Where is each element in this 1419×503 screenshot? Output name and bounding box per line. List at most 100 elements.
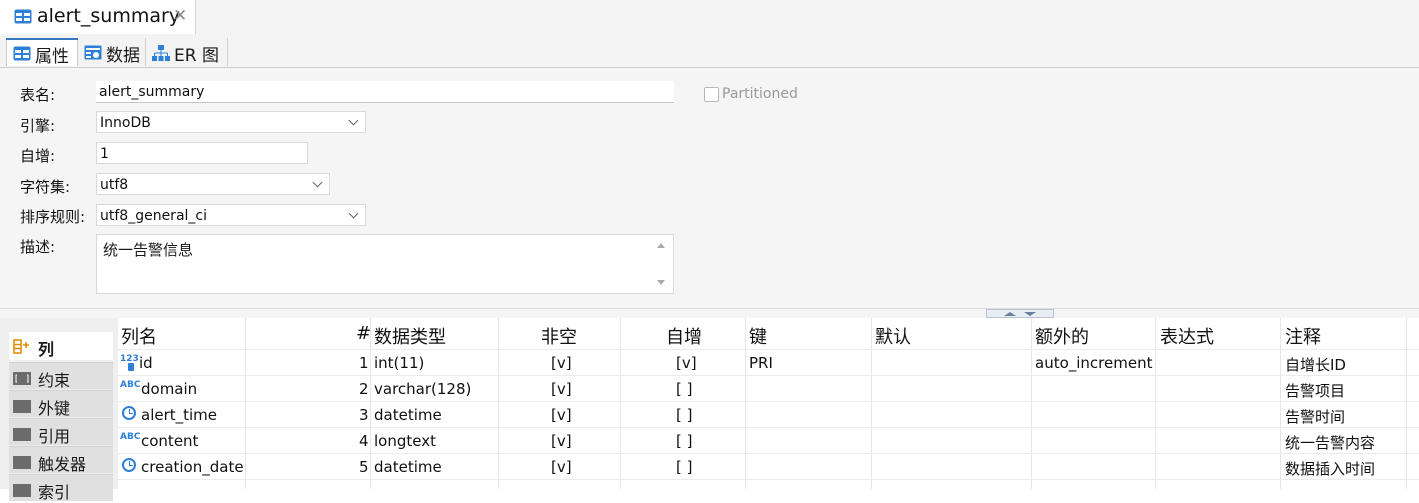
section-constraints[interactable]: 约束 xyxy=(9,362,113,390)
row-divider xyxy=(118,349,1419,350)
folder-icon xyxy=(13,454,31,473)
tab-data[interactable]: 数据 xyxy=(78,38,146,66)
editor-tab-alert-summary[interactable]: alert_summary ✕ xyxy=(0,0,196,34)
row-divider xyxy=(118,375,1419,376)
column-number: 1 xyxy=(359,354,369,372)
grid-divider xyxy=(498,318,499,489)
collation-select[interactable]: utf8_general_ci xyxy=(96,204,366,226)
editor-tab-bar: alert_summary ✕ xyxy=(0,0,1419,35)
column-name[interactable]: alert_time xyxy=(141,406,217,424)
grid-divider xyxy=(1031,318,1032,489)
engine-select[interactable]: InnoDB xyxy=(96,111,366,133)
constraint-icon xyxy=(13,370,31,389)
er-diagram-icon xyxy=(152,45,170,66)
section-label: 列 xyxy=(38,340,55,359)
table-name-input[interactable]: alert_summary xyxy=(96,81,674,103)
column-header-not-null[interactable]: 非空 xyxy=(541,323,577,349)
column-comment[interactable]: 自增长ID xyxy=(1285,354,1346,375)
column-comment[interactable]: 告警项目 xyxy=(1285,380,1345,401)
column-not-null[interactable]: [v] xyxy=(551,380,572,398)
table-properties-form: 表名: alert_summary Partitioned 引擎: InnoDB… xyxy=(0,68,1419,308)
grid-divider xyxy=(1280,318,1281,489)
column-header-extra[interactable]: 额外的 xyxy=(1035,323,1089,349)
scroll-up-icon[interactable] xyxy=(657,243,665,248)
panel-splitter[interactable] xyxy=(0,308,1419,318)
column-name[interactable]: content xyxy=(141,432,198,450)
column-header-auto-increment[interactable]: 自增 xyxy=(666,323,702,349)
column-not-null[interactable]: [v] xyxy=(551,354,572,372)
close-icon[interactable]: ✕ xyxy=(173,6,187,26)
column-number: 5 xyxy=(359,458,369,476)
column-not-null[interactable]: [v] xyxy=(551,432,572,450)
expand-down-icon[interactable] xyxy=(1024,312,1036,316)
column-data-type[interactable]: datetime xyxy=(374,458,442,476)
column-data-type[interactable]: varchar(128) xyxy=(374,380,471,398)
grid-divider xyxy=(745,318,746,489)
section-references[interactable]: 引用 xyxy=(9,418,113,446)
column-auto-increment[interactable]: [ ] xyxy=(676,458,692,476)
partitioned-checkbox[interactable] xyxy=(704,87,719,102)
column-not-null[interactable]: [v] xyxy=(551,406,572,424)
column-header-name[interactable]: 列名 xyxy=(121,323,157,349)
section-columns[interactable]: 列 xyxy=(9,332,113,360)
column-header-comment[interactable]: 注释 xyxy=(1285,323,1321,349)
column-data-type[interactable]: datetime xyxy=(374,406,442,424)
column-comment[interactable]: 数据插入时间 xyxy=(1285,458,1375,479)
collapse-up-icon[interactable] xyxy=(1004,312,1016,316)
column-data-type[interactable]: int(11) xyxy=(374,354,424,372)
tab-properties-label: 属性 xyxy=(35,47,69,67)
section-list: 列 约束 外键 引用 触发器 索引 xyxy=(0,318,119,502)
section-triggers[interactable]: 触发器 xyxy=(9,446,113,474)
column-header-number[interactable]: # xyxy=(356,323,371,344)
clock-icon xyxy=(122,406,136,420)
grid-divider xyxy=(1406,318,1407,489)
chevron-down-icon xyxy=(312,177,323,188)
column-name[interactable]: domain xyxy=(141,380,197,398)
description-label: 描述: xyxy=(20,238,56,256)
section-label: 外键 xyxy=(38,399,71,418)
splitter-handle[interactable] xyxy=(986,309,1054,318)
tab-er-diagram-label: ER 图 xyxy=(174,46,219,66)
column-data-type[interactable]: longtext xyxy=(374,432,436,450)
editor-tab-title: alert_summary xyxy=(37,5,181,27)
description-textarea[interactable]: 统一告警信息 xyxy=(96,234,674,294)
column-key[interactable]: PRI xyxy=(749,354,773,372)
column-comment[interactable]: 告警时间 xyxy=(1285,406,1345,427)
column-auto-increment[interactable]: [ ] xyxy=(676,380,692,398)
column-not-null[interactable]: [v] xyxy=(551,458,572,476)
section-label: 引用 xyxy=(38,427,71,446)
column-name[interactable]: id xyxy=(139,354,153,372)
column-number: 3 xyxy=(359,406,369,424)
row-divider xyxy=(118,401,1419,402)
row-divider xyxy=(118,427,1419,428)
chevron-down-icon xyxy=(348,208,359,219)
data-grid-icon xyxy=(84,45,102,65)
section-foreign-keys[interactable]: 外键 xyxy=(9,390,113,418)
column-auto-increment[interactable]: [ ] xyxy=(676,432,692,450)
charset-label: 字符集: xyxy=(20,178,71,196)
tab-er-diagram[interactable]: ER 图 xyxy=(146,38,228,66)
section-indexes[interactable]: 索引 xyxy=(9,474,113,502)
folder-icon xyxy=(13,426,31,445)
column-extra[interactable]: auto_increment xyxy=(1035,354,1152,372)
scroll-down-icon[interactable] xyxy=(657,280,665,285)
columns-icon xyxy=(13,339,31,358)
column-header-key[interactable]: 键 xyxy=(749,323,767,349)
charset-select[interactable]: utf8 xyxy=(96,173,330,195)
column-header-default[interactable]: 默认 xyxy=(875,323,911,349)
column-auto-increment[interactable]: [v] xyxy=(676,354,697,372)
column-comment[interactable]: 统一告警内容 xyxy=(1285,432,1375,453)
column-auto-increment[interactable]: [ ] xyxy=(676,406,692,424)
clock-icon xyxy=(122,458,136,472)
table-name-label: 表名: xyxy=(20,86,56,104)
tab-properties[interactable]: 属性 xyxy=(6,38,78,67)
engine-label: 引擎: xyxy=(20,117,56,135)
sub-tab-bar: 属性 数据 ER 图 xyxy=(0,34,1419,68)
tab-data-label: 数据 xyxy=(106,46,140,66)
partitioned-label: Partitioned xyxy=(722,86,798,102)
column-name[interactable]: creation_date xyxy=(141,458,244,476)
auto-increment-input[interactable]: 1 xyxy=(96,142,308,164)
column-header-data-type[interactable]: 数据类型 xyxy=(374,323,446,349)
collation-value: utf8_general_ci xyxy=(100,208,207,224)
column-header-expression[interactable]: 表达式 xyxy=(1160,323,1214,349)
